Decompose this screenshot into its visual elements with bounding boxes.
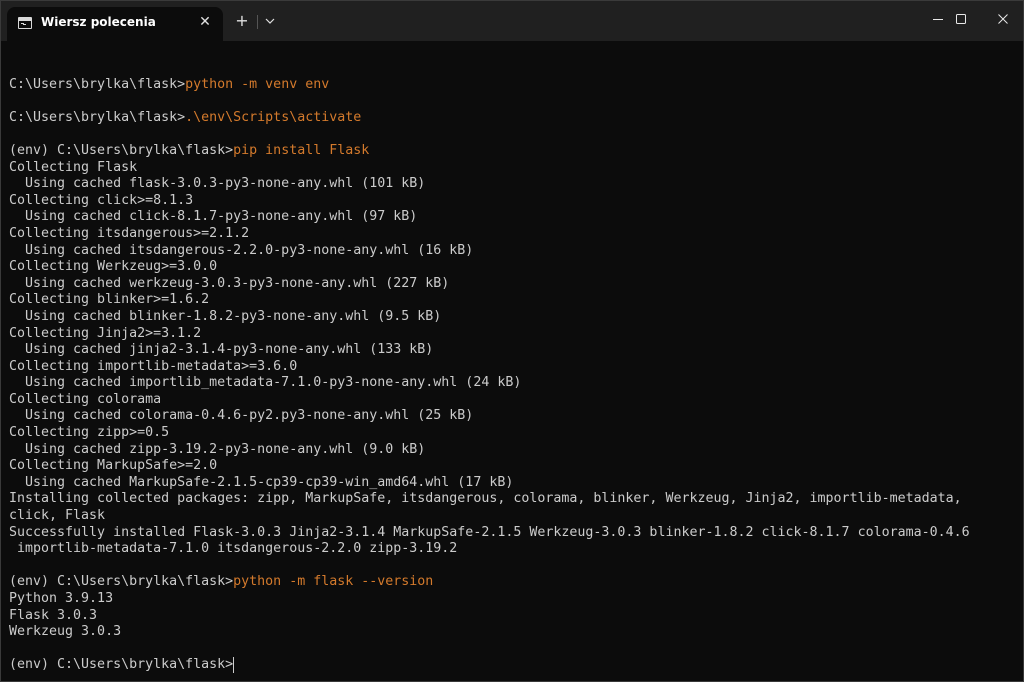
terminal-line: Collecting blinker>=1.6.2 bbox=[9, 292, 1023, 309]
divider bbox=[257, 15, 258, 29]
output-text: Installing collected packages: zipp, Mar… bbox=[9, 491, 962, 507]
terminal-line: Using cached flask-3.0.3-py3-none-any.wh… bbox=[9, 176, 1023, 193]
output-text: Successfully installed Flask-3.0.3 Jinja… bbox=[9, 524, 970, 540]
terminal-line: Using cached blinker-1.8.2-py3-none-any.… bbox=[9, 309, 1023, 326]
output-text: Collecting zipp>=0.5 bbox=[9, 425, 170, 441]
prompt: (env) C:\Users\brylka\flask> bbox=[9, 657, 234, 673]
output-text: Using cached zipp-3.19.2-py3-none-any.wh… bbox=[9, 441, 426, 457]
output-text: Using cached click-8.1.7-py3-none-any.wh… bbox=[9, 209, 418, 225]
tab-title: Wiersz polecenia bbox=[41, 15, 156, 29]
terminal-line: Collecting Flask bbox=[9, 160, 1023, 177]
terminal-line: Collecting colorama bbox=[9, 392, 1023, 409]
terminal-line: Using cached itsdangerous-2.2.0-py3-none… bbox=[9, 243, 1023, 260]
output-text: Collecting colorama bbox=[9, 391, 162, 407]
title-bar[interactable]: Wiersz polecenia ✕ + bbox=[1, 1, 1023, 41]
terminal-line: Using cached jinja2-3.1.4-py3-none-any.w… bbox=[9, 342, 1023, 359]
terminal-output[interactable]: C:\Users\brylka\flask>python -m venv env… bbox=[9, 60, 1023, 674]
maximize-icon bbox=[956, 14, 966, 24]
terminal-line: Collecting Jinja2>=3.1.2 bbox=[9, 326, 1023, 343]
output-text: Using cached blinker-1.8.2-py3-none-any.… bbox=[9, 308, 442, 324]
output-text: Python 3.9.13 bbox=[9, 591, 114, 606]
prompt: (env) C:\Users\brylka\flask> bbox=[9, 142, 234, 158]
terminal-line: C:\Users\brylka\flask>.\env\Scripts\acti… bbox=[9, 110, 1023, 127]
output-text: Using cached flask-3.0.3-py3-none-any.wh… bbox=[9, 176, 426, 192]
terminal-line: (env) C:\Users\brylka\flask>python -m fl… bbox=[9, 574, 1023, 591]
terminal-line: (env) C:\Users\brylka\flask> bbox=[9, 657, 1023, 674]
terminal-line: importlib-metadata-7.1.0 itsdangerous-2.… bbox=[9, 541, 1023, 558]
command-text: .\env\Scripts\activate bbox=[185, 109, 362, 125]
tab-close-button[interactable]: ✕ bbox=[197, 14, 213, 30]
terminal-line: Collecting importlib-metadata>=3.6.0 bbox=[9, 359, 1023, 376]
terminal-line: Collecting itsdangerous>=2.1.2 bbox=[9, 226, 1023, 243]
output-text: Using cached MarkupSafe-2.1.5-cp39-cp39-… bbox=[9, 474, 514, 490]
terminal-line: C:\Users\brylka\flask>python -m venv env bbox=[9, 77, 1023, 94]
tab-command-prompt[interactable]: Wiersz polecenia ✕ bbox=[7, 7, 223, 41]
terminal-line: Werkzeug 3.0.3 bbox=[9, 624, 1023, 641]
output-text: Using cached importlib_metadata-7.1.0-py… bbox=[9, 375, 522, 391]
terminal-line: Collecting MarkupSafe>=2.0 bbox=[9, 458, 1023, 475]
terminal-line: Using cached colorama-0.4.6-py2.py3-none… bbox=[9, 408, 1023, 425]
output-text: Collecting Flask bbox=[9, 159, 138, 175]
maximize-button[interactable] bbox=[938, 1, 984, 37]
terminal-line: Collecting click>=8.1.3 bbox=[9, 193, 1023, 210]
terminal-line: Using cached importlib_metadata-7.1.0-py… bbox=[9, 375, 1023, 392]
output-text: Collecting click>=8.1.3 bbox=[9, 192, 194, 208]
output-text: Collecting Werkzeug>=3.0.0 bbox=[9, 259, 218, 275]
prompt: C:\Users\brylka\flask> bbox=[9, 76, 186, 92]
output-text: Collecting itsdangerous>=2.1.2 bbox=[9, 225, 250, 241]
terminal-line: Using cached werkzeug-3.0.3-py3-none-any… bbox=[9, 276, 1023, 293]
chevron-down-icon[interactable] bbox=[263, 14, 277, 28]
terminal-line: Flask 3.0.3 bbox=[9, 608, 1023, 625]
output-text: importlib-metadata-7.1.0 itsdangerous-2.… bbox=[9, 541, 458, 557]
output-text: click, Flask bbox=[9, 508, 106, 524]
command-text: python -m venv env bbox=[185, 76, 330, 92]
new-tab-button[interactable]: + bbox=[233, 12, 251, 30]
close-icon bbox=[998, 14, 1008, 24]
terminal-line: Using cached zipp-3.19.2-py3-none-any.wh… bbox=[9, 442, 1023, 459]
terminal-line: click, Flask bbox=[9, 508, 1023, 525]
terminal-line: Collecting zipp>=0.5 bbox=[9, 425, 1023, 442]
output-text: Using cached itsdangerous-2.2.0-py3-none… bbox=[9, 242, 474, 258]
text-cursor bbox=[233, 657, 235, 674]
output-text: Using cached jinja2-3.1.4-py3-none-any.w… bbox=[9, 342, 434, 358]
terminal-icon bbox=[18, 17, 32, 29]
terminal-line: Python 3.9.13 bbox=[9, 591, 1023, 608]
command-text: pip install Flask bbox=[233, 142, 370, 158]
output-text: Werkzeug 3.0.3 bbox=[9, 624, 122, 640]
terminal-line: Using cached MarkupSafe-2.1.5-cp39-cp39-… bbox=[9, 475, 1023, 492]
output-text: Using cached colorama-0.4.6-py2.py3-none… bbox=[9, 408, 474, 424]
output-text: Collecting importlib-metadata>=3.6.0 bbox=[9, 358, 298, 374]
command-text: python -m flask --version bbox=[233, 574, 434, 590]
terminal-window: Wiersz polecenia ✕ + C:\Users\brylka\fla… bbox=[0, 0, 1024, 682]
terminal-line: (env) C:\Users\brylka\flask>pip install … bbox=[9, 143, 1023, 160]
terminal-line: Using cached click-8.1.7-py3-none-any.wh… bbox=[9, 209, 1023, 226]
output-text: Collecting Jinja2>=3.1.2 bbox=[9, 325, 202, 341]
output-text: Using cached werkzeug-3.0.3-py3-none-any… bbox=[9, 275, 450, 291]
terminal-line: Installing collected packages: zipp, Mar… bbox=[9, 491, 1023, 508]
prompt: C:\Users\brylka\flask> bbox=[9, 109, 186, 125]
terminal-line: Collecting Werkzeug>=3.0.0 bbox=[9, 259, 1023, 276]
prompt: (env) C:\Users\brylka\flask> bbox=[9, 574, 234, 590]
close-window-button[interactable] bbox=[980, 1, 1023, 37]
output-text: Collecting blinker>=1.6.2 bbox=[9, 292, 210, 308]
terminal-line: Successfully installed Flask-3.0.3 Jinja… bbox=[9, 525, 1023, 542]
output-text: Flask 3.0.3 bbox=[9, 607, 98, 623]
output-text: Collecting MarkupSafe>=2.0 bbox=[9, 458, 218, 474]
